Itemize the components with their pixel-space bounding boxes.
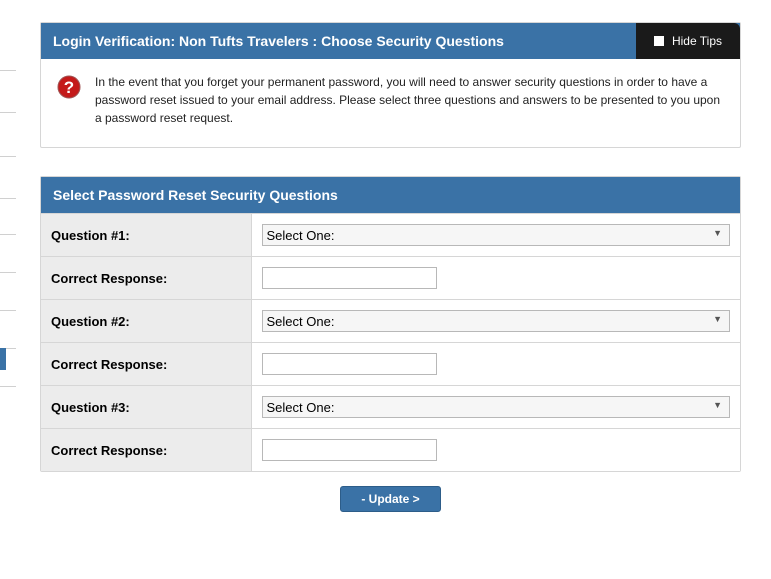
table-row: Question #1: Select One:	[41, 214, 740, 257]
question-2-select[interactable]: Select One:	[262, 310, 731, 332]
response-2-label: Correct Response:	[41, 343, 251, 386]
tips-body: ? In the event that you forget your perm…	[41, 59, 740, 147]
table-row: Correct Response:	[41, 429, 740, 472]
page-title: Login Verification: Non Tufts Travelers …	[41, 23, 636, 59]
table-row: Question #3: Select One:	[41, 386, 740, 429]
update-button[interactable]: - Update >	[340, 486, 440, 512]
response-1-input[interactable]	[262, 267, 437, 289]
question-3-select[interactable]: Select One:	[262, 396, 731, 418]
question-1-select[interactable]: Select One:	[262, 224, 731, 246]
response-3-input[interactable]	[262, 439, 437, 461]
response-3-label: Correct Response:	[41, 429, 251, 472]
response-1-label: Correct Response:	[41, 257, 251, 300]
hide-tips-label: Hide Tips	[672, 34, 722, 48]
response-2-input[interactable]	[262, 353, 437, 375]
stop-icon	[654, 36, 664, 46]
question-3-label: Question #3:	[41, 386, 251, 429]
table-row: Question #2: Select One:	[41, 300, 740, 343]
question-icon: ?	[57, 75, 81, 99]
security-questions-title: Select Password Reset Security Questions	[41, 177, 740, 213]
security-questions-table: Question #1: Select One: Correct Respons…	[41, 213, 740, 471]
hide-tips-button[interactable]: Hide Tips	[636, 23, 740, 59]
question-1-label: Question #1:	[41, 214, 251, 257]
tips-panel-header: Login Verification: Non Tufts Travelers …	[41, 23, 740, 59]
button-row: - Update >	[40, 472, 741, 526]
table-row: Correct Response:	[41, 257, 740, 300]
tips-panel: Login Verification: Non Tufts Travelers …	[40, 22, 741, 148]
table-row: Correct Response:	[41, 343, 740, 386]
tips-text: In the event that you forget your perman…	[95, 73, 724, 127]
security-questions-panel: Select Password Reset Security Questions…	[40, 176, 741, 472]
question-2-label: Question #2:	[41, 300, 251, 343]
svg-text:?: ?	[64, 78, 74, 97]
